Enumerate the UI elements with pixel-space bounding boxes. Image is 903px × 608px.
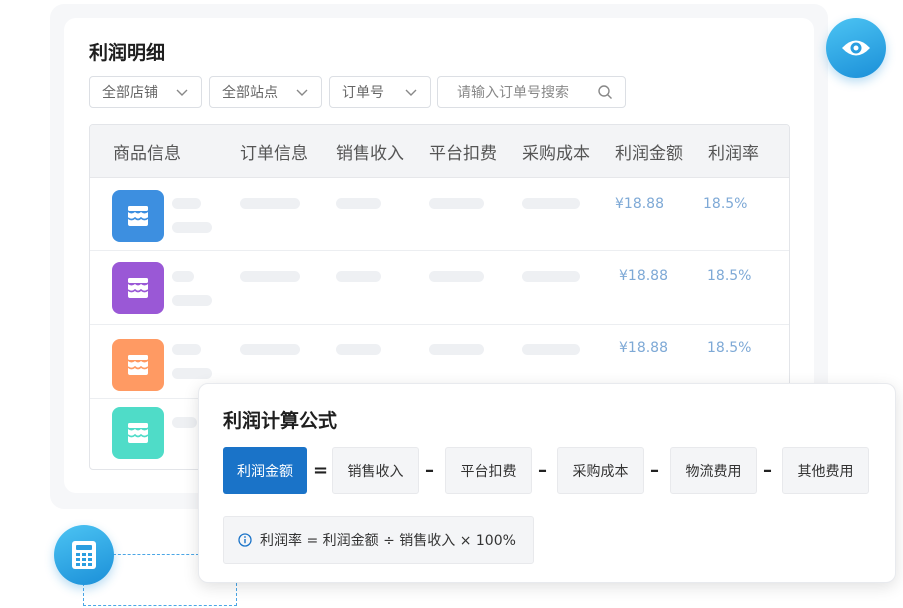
order-no-select[interactable]: 订单号 xyxy=(329,76,431,108)
table-row[interactable]: ¥18.88 18.5% xyxy=(90,251,789,325)
store-icon xyxy=(112,262,164,314)
profit-amount-value: ¥18.88 xyxy=(615,196,664,212)
skeleton-line xyxy=(240,198,300,209)
skeleton-line xyxy=(429,198,484,209)
order-search-input[interactable]: 请输入订单号搜索 xyxy=(437,76,626,108)
formula-term-purchase-cost: 采购成本 xyxy=(557,447,644,494)
chevron-down-icon xyxy=(296,89,308,96)
skeleton-line xyxy=(240,344,300,355)
skeleton-line xyxy=(172,417,197,428)
skeleton-line xyxy=(336,198,381,209)
search-icon[interactable] xyxy=(597,84,613,100)
formula-equals-sign: = xyxy=(313,460,329,481)
skeleton-line xyxy=(172,271,194,282)
col-product-info: 商品信息 xyxy=(113,144,181,164)
skeleton-line xyxy=(522,344,580,355)
profit-amount-value: ¥18.88 xyxy=(619,268,668,284)
skeleton-line xyxy=(429,271,484,282)
site-select[interactable]: 全部站点 xyxy=(209,76,322,108)
formula-title: 利润计算公式 xyxy=(223,410,338,432)
skeleton-line xyxy=(336,271,381,282)
formula-term-sales-revenue: 销售收入 xyxy=(332,447,419,494)
profit-rate-value: 18.5% xyxy=(703,196,748,212)
col-order-info: 订单信息 xyxy=(240,144,308,164)
order-no-select-label: 订单号 xyxy=(342,85,384,101)
formula-result-profit-amount: 利润金额 xyxy=(223,447,307,494)
formula-minus-sign: – xyxy=(538,460,547,481)
page-title: 利润明细 xyxy=(89,42,166,64)
formula-minus-sign: – xyxy=(763,460,772,481)
col-profit-amount: 利润金额 xyxy=(615,144,683,164)
connector-line-calc-bottom xyxy=(83,583,237,606)
formula-term-platform-fee: 平台扣费 xyxy=(445,447,532,494)
calculator-button[interactable] xyxy=(54,525,114,585)
skeleton-line xyxy=(522,271,580,282)
skeleton-line xyxy=(172,295,212,306)
chevron-down-icon xyxy=(405,89,417,96)
skeleton-line xyxy=(429,344,484,355)
formula-term-logistics-cost: 物流费用 xyxy=(670,447,757,494)
profit-rate-value: 18.5% xyxy=(707,340,752,356)
col-platform-fee: 平台扣费 xyxy=(429,144,497,164)
view-button[interactable] xyxy=(826,18,886,78)
chevron-down-icon xyxy=(176,89,188,96)
profit-rate-value: 18.5% xyxy=(707,268,752,284)
skeleton-line xyxy=(172,198,201,209)
skeleton-line xyxy=(336,344,381,355)
skeleton-line xyxy=(172,222,212,233)
col-sales-revenue: 销售收入 xyxy=(336,144,404,164)
profit-rate-note-text: 利润率 = 利润金额 ÷ 销售收入 × 100% xyxy=(260,533,516,549)
skeleton-line xyxy=(172,368,212,379)
skeleton-line xyxy=(522,198,580,209)
search-placeholder: 请输入订单号搜索 xyxy=(457,85,569,101)
skeleton-line xyxy=(240,271,300,282)
eye-icon xyxy=(842,40,870,56)
store-select-label: 全部店铺 xyxy=(102,85,158,101)
profit-rate-note: 利润率 = 利润金额 ÷ 销售收入 × 100% xyxy=(223,516,534,564)
formula-minus-sign: – xyxy=(425,460,434,481)
store-icon xyxy=(112,339,164,391)
info-icon xyxy=(238,533,252,547)
table-header: 商品信息 订单信息 销售收入 平台扣费 采购成本 利润金额 利润率 xyxy=(90,125,789,178)
store-select[interactable]: 全部店铺 xyxy=(89,76,202,108)
calculator-icon xyxy=(72,541,96,569)
formula-minus-sign: – xyxy=(650,460,659,481)
table-row[interactable]: ¥18.88 18.5% xyxy=(90,177,789,251)
col-purchase-cost: 采购成本 xyxy=(522,144,590,164)
store-icon xyxy=(112,190,164,242)
connector-line-calc-horizontal xyxy=(113,554,199,555)
profit-amount-value: ¥18.88 xyxy=(619,340,668,356)
store-icon xyxy=(112,407,164,459)
formula-term-other-cost: 其他费用 xyxy=(782,447,869,494)
skeleton-line xyxy=(172,344,201,355)
site-select-label: 全部站点 xyxy=(222,85,278,101)
col-profit-rate: 利润率 xyxy=(708,144,759,164)
profit-formula-card: 利润计算公式 利润金额 = 销售收入 – 平台扣费 – 采购成本 – 物流费用 … xyxy=(198,383,896,583)
